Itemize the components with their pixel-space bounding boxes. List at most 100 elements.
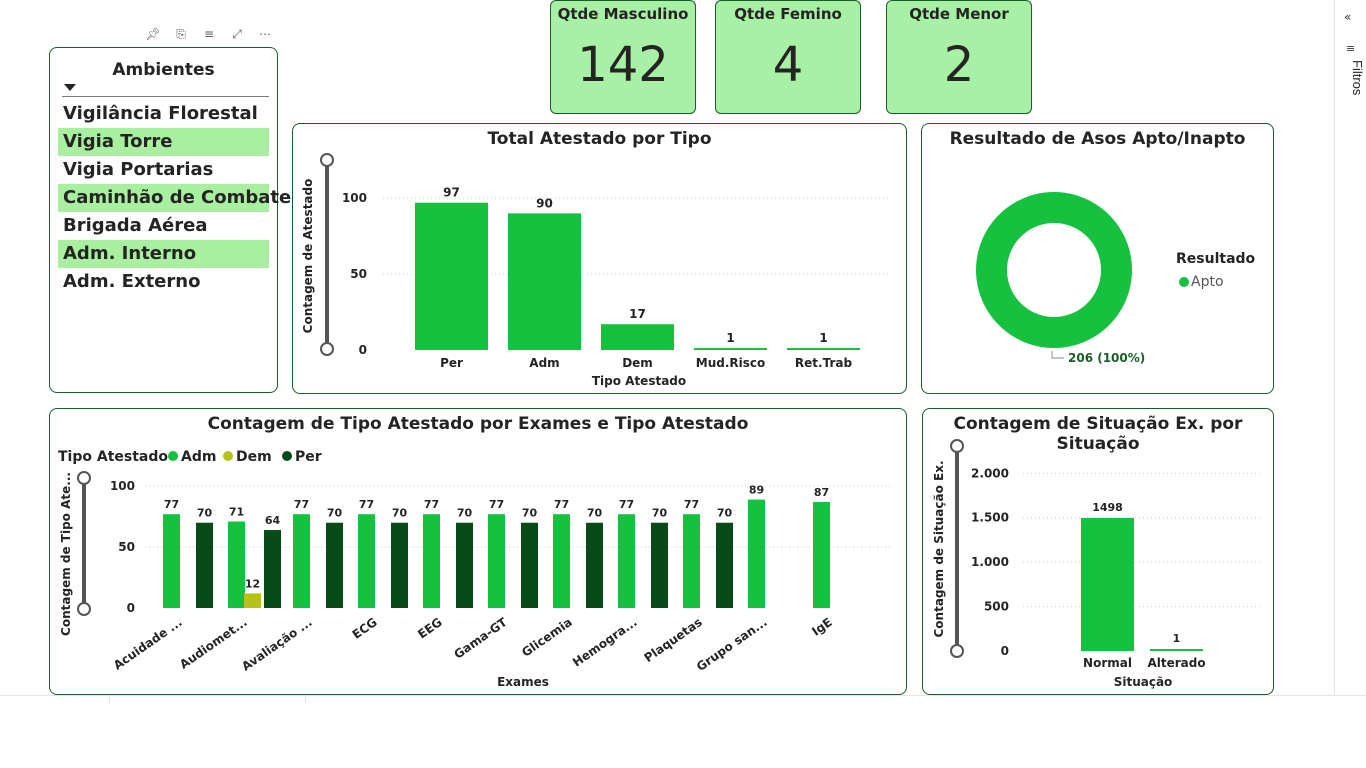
- filters-pane-label[interactable]: Filtros: [1337, 60, 1365, 120]
- bar: [813, 502, 830, 608]
- filter-icon[interactable]: ≡: [200, 27, 218, 42]
- y-tick-label: 0: [1001, 644, 1009, 658]
- legend-title: Resultado: [1176, 251, 1256, 267]
- bar: [391, 522, 408, 608]
- chart-situacao[interactable]: Contagem de Situação Ex. por Situação Co…: [922, 408, 1274, 695]
- copy-icon[interactable]: ⎘: [172, 27, 190, 42]
- data-label: 1: [1173, 632, 1181, 645]
- chart-resultado-asos-svg: 206 (100%) Resultado Apto: [975, 192, 1256, 365]
- bar: [694, 348, 767, 350]
- bar: [358, 514, 375, 608]
- kpi-card-menor[interactable]: Qtde Menor 2: [886, 0, 1032, 114]
- legend-item: Per: [295, 449, 322, 465]
- data-label: 97: [443, 186, 460, 200]
- bar: [748, 499, 765, 608]
- pin-icon[interactable]: 📌︎: [144, 27, 162, 42]
- x-axis-title: Tipo Atestado: [592, 374, 686, 388]
- slicer-item-adm-interno[interactable]: Adm. Interno: [58, 240, 269, 268]
- y-tick-label: 0: [359, 343, 367, 357]
- bar: [423, 514, 440, 608]
- x-tick-label: Gama-GT: [451, 615, 510, 662]
- slicer-item-brigada-aerea[interactable]: Brigada Aérea: [58, 212, 269, 240]
- kpi-card-feminino[interactable]: Qtde Femino 4: [715, 0, 861, 114]
- divider: [305, 696, 306, 702]
- data-label: 77: [554, 498, 569, 511]
- x-tick-label: Grupo san...: [694, 615, 770, 674]
- scrollbar-handle-top: [320, 153, 334, 167]
- chevron-double-left-icon[interactable]: «: [1344, 10, 1351, 24]
- y-tick-label: 1.500: [971, 511, 1009, 525]
- x-tick-label: Alterado: [1147, 656, 1205, 670]
- chart-title: Contagem de Tipo Atestado por Exames e T…: [207, 414, 749, 434]
- chart-total-atestado-svg: Contagem de Atestado 100 50 0 97 Per 90 Adm 17 De…: [301, 153, 888, 388]
- data-label: 90: [536, 196, 553, 210]
- chart-resultado-asos[interactable]: Resultado de Asos Apto/Inapto 206 (100%)…: [921, 123, 1274, 394]
- x-tick-label: Mud.Risco: [696, 356, 766, 370]
- bar: [163, 514, 180, 608]
- x-tick-label: Glicemia: [519, 615, 575, 660]
- y-axis-title: Contagem de Atestado: [301, 179, 315, 334]
- x-tick-label: Dem: [622, 356, 653, 370]
- bar: [488, 514, 505, 608]
- ambientes-slicer: Ambientes Vigilância Florestal Vigia Tor…: [49, 47, 291, 393]
- bar: [228, 521, 245, 608]
- data-label: 1: [726, 331, 734, 345]
- caret-down-icon[interactable]: [64, 84, 76, 91]
- filter-icon[interactable]: ≡: [1346, 42, 1355, 55]
- slicer-item-vigia-portarias[interactable]: Vigia Portarias: [58, 156, 269, 184]
- bar: [196, 522, 213, 608]
- bar: [618, 514, 635, 608]
- scrollbar-handle-top: [77, 471, 91, 485]
- data-label: 64: [265, 514, 281, 527]
- slicer-item-vigia-torre[interactable]: Vigia Torre: [58, 128, 269, 156]
- focus-mode-icon[interactable]: ⤢: [228, 27, 246, 42]
- bar: [601, 324, 674, 350]
- bar: [244, 593, 261, 608]
- kpi-card-label: Qtde Masculino: [557, 5, 689, 23]
- data-label: 1498: [1092, 501, 1123, 514]
- bar: [586, 522, 603, 608]
- data-label: 71: [229, 506, 244, 519]
- slicer-item-adm-externo[interactable]: Adm. Externo: [58, 268, 269, 296]
- x-tick-label: Acuidade ...: [111, 615, 185, 673]
- data-label: 77: [424, 498, 439, 511]
- data-label: 70: [587, 507, 603, 520]
- x-tick-label: Ret.Trab: [795, 356, 853, 370]
- data-label: 77: [164, 498, 179, 511]
- x-tick-label: Hemogra...: [570, 615, 640, 670]
- data-label: 70: [197, 507, 213, 520]
- more-options-icon[interactable]: ⋯: [256, 27, 274, 42]
- data-label: 77: [619, 498, 634, 511]
- visual-header-toolbar: 📌︎ ⎘ ≡ ⤢ ⋯: [144, 27, 274, 42]
- data-label: 77: [489, 498, 504, 511]
- legend-item: Apto: [1191, 274, 1224, 290]
- bar: [1081, 517, 1134, 651]
- slicer-item-vigilancia-florestal[interactable]: Vigilância Florestal: [58, 100, 269, 128]
- data-label: 17: [629, 307, 646, 321]
- chart-tipo-atestado-por-exames[interactable]: Contagem de Tipo Atestado por Exames e T…: [49, 408, 907, 695]
- bar: [415, 202, 488, 350]
- leader-line: [1051, 351, 1064, 359]
- data-label: 70: [327, 507, 343, 520]
- slicer-title: Ambientes: [112, 60, 215, 80]
- x-tick-label: ECG: [350, 615, 380, 642]
- kpi-card-value: 142: [577, 37, 669, 93]
- legend-item: Adm: [181, 449, 216, 465]
- page-bottom-strip: [0, 695, 1366, 768]
- kpi-card-masculino[interactable]: Qtde Masculino 142: [550, 0, 696, 114]
- y-axis-title: Contagem de Situação Ex.: [932, 460, 946, 637]
- data-label: 70: [522, 507, 538, 520]
- legend-marker: [223, 451, 233, 461]
- donut-slice: [975, 192, 1132, 348]
- slicer-item-caminhao-de-combate[interactable]: Caminhão de Combate: [58, 184, 291, 212]
- data-label: 12: [245, 577, 260, 590]
- chart-total-atestado-por-tipo[interactable]: Total Atestado por Tipo Contagem de Ates…: [292, 123, 907, 394]
- bar: [683, 514, 700, 608]
- data-label: 77: [359, 498, 374, 511]
- slicer-divider: [62, 96, 269, 97]
- kpi-card-label: Qtde Menor: [909, 5, 1009, 23]
- bar: [1150, 649, 1203, 651]
- x-tick-label: Plaquetas: [642, 615, 705, 665]
- data-label: 206 (100%): [1068, 351, 1145, 365]
- y-tick-label: 50: [118, 540, 135, 554]
